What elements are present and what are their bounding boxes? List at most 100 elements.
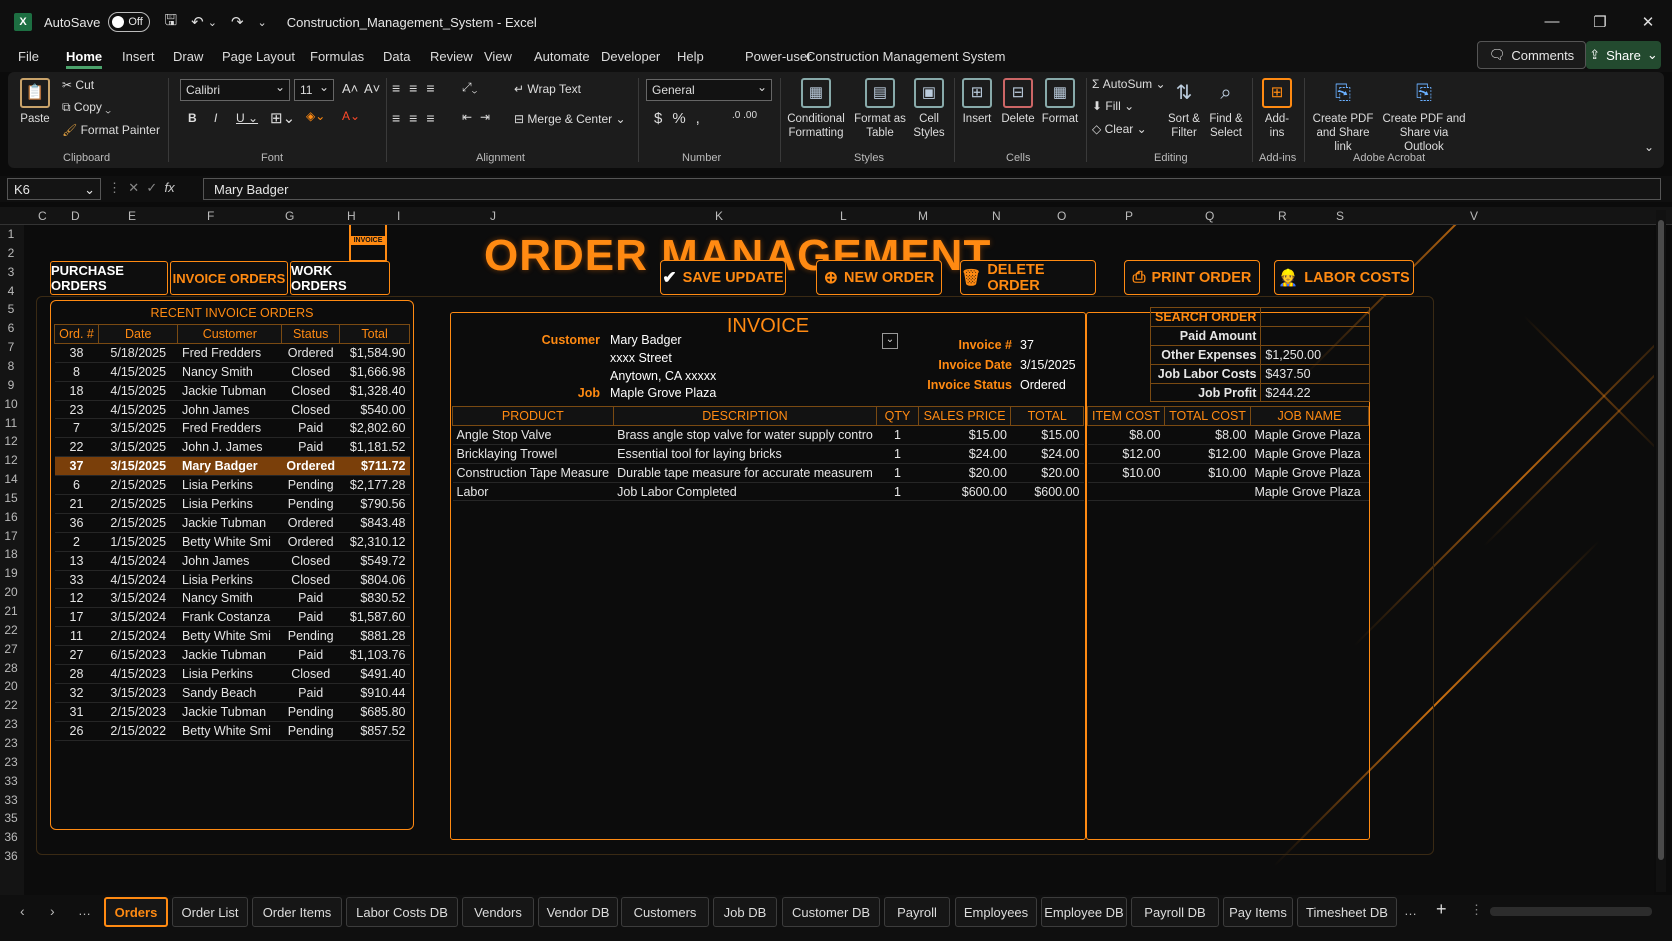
collapse-ribbon-icon[interactable]: ⌄ [1644, 140, 1654, 154]
tab-purchase-orders[interactable]: PURCHASE ORDERS [50, 261, 168, 295]
search-order-input[interactable] [1260, 307, 1370, 327]
row-header[interactable]: 33 [0, 774, 22, 788]
table-row[interactable]: Labor Job Labor Completed 1 $600.00 $600.00 [452, 482, 1084, 502]
table-row[interactable]: 23 4/15/2025 John James Closed $540.00 [54, 400, 410, 420]
row-header[interactable]: 16 [0, 510, 22, 524]
indent-icons[interactable]: ⇤⇥ [462, 110, 498, 124]
table-row[interactable]: $12.00 $12.00 Maple Grove Plaza [1087, 444, 1369, 464]
wrap-text-button[interactable]: ↵ Wrap Text [514, 82, 581, 96]
cell-styles-button[interactable]: ▣ Cell Styles [910, 78, 948, 140]
menu-review[interactable]: Review [430, 49, 473, 64]
share-button[interactable]: ⇪ Share ⌄ [1586, 41, 1661, 69]
table-row[interactable]: 17 3/15/2024 Frank Costanza Paid $1,587.60 [54, 607, 410, 628]
column-header[interactable]: L [840, 209, 847, 223]
number-format-select[interactable]: General [646, 79, 772, 101]
menu-automate[interactable]: Automate [534, 49, 590, 64]
row-header[interactable]: 33 [0, 793, 22, 807]
row-header[interactable]: 10 [0, 397, 22, 411]
font-color-icon[interactable]: A⌄ [342, 109, 360, 123]
cut-button[interactable]: ✂ Cut [62, 78, 94, 92]
row-header[interactable]: 14 [0, 472, 22, 486]
column-header[interactable]: H [347, 209, 356, 223]
save-update-button[interactable]: ✔ SAVE UPDATE [660, 260, 786, 295]
sheet-tab-orders[interactable]: Orders [104, 897, 168, 927]
delete-cells-button[interactable]: ⊟ Delete [1000, 78, 1036, 126]
bold-button[interactable]: B [188, 111, 197, 125]
decimal-icons[interactable]: .0 .00 [732, 110, 757, 121]
fill-button[interactable]: ⬇ Fill ⌄ [1092, 99, 1134, 113]
horizontal-align-icons[interactable]: ≡≡≡ [392, 110, 444, 126]
column-header[interactable]: S [1336, 209, 1344, 223]
row-header[interactable]: 4 [0, 284, 22, 298]
menu-page-layout[interactable]: Page Layout [222, 49, 295, 64]
sheet-tab-order-list[interactable]: Order List [172, 897, 248, 927]
table-row[interactable]: 18 4/15/2025 Jackie Tubman Closed $1,328.40 [54, 381, 410, 401]
table-row[interactable]: Maple Grove Plaza [1087, 482, 1369, 502]
sort-filter-button[interactable]: ⇅ Sort & Filter [1166, 78, 1202, 140]
table-row[interactable]: 22 3/15/2025 John J. James Paid $1,181.52 [54, 437, 410, 458]
add-sheet-icon[interactable]: + [1436, 899, 1447, 920]
formula-input[interactable]: Mary Badger [203, 178, 1661, 200]
sheet-tab-timesheet-db[interactable]: Timesheet DB [1297, 897, 1397, 927]
undo-icon[interactable]: ↶ [191, 13, 204, 31]
sheet-tab-payroll-db[interactable]: Payroll DB [1131, 897, 1219, 927]
row-header[interactable]: 18 [0, 547, 22, 561]
addins-button[interactable]: ⊞ Add-ins [1258, 78, 1296, 140]
column-header[interactable]: E [128, 209, 136, 223]
row-header[interactable]: 23 [0, 736, 22, 750]
row-header[interactable]: 1 [0, 227, 22, 241]
table-row[interactable]: 31 2/15/2023 Jackie Tubman Pending $685.80 [54, 702, 410, 722]
menu-data[interactable]: Data [383, 49, 410, 64]
column-header[interactable]: I [397, 209, 400, 223]
copy-button[interactable]: ⧉ Copy ⌄ [62, 100, 111, 115]
row-header[interactable]: 23 [0, 717, 22, 731]
table-row[interactable]: 8 4/15/2025 Nancy Smith Closed $1,666.98 [54, 362, 410, 382]
column-header[interactable]: P [1125, 209, 1133, 223]
labor-costs-button[interactable]: 👷 LABOR COSTS [1274, 260, 1414, 295]
sheet-tab-vendors[interactable]: Vendors [462, 897, 534, 927]
row-header[interactable]: 35 [0, 811, 22, 825]
horizontal-scrollbar[interactable] [1490, 907, 1652, 916]
row-header[interactable]: 12 [0, 453, 22, 467]
find-select-button[interactable]: ⌕ Find & Select [1206, 78, 1246, 140]
more-sheets-right-icon[interactable]: … [1404, 903, 1417, 918]
row-header[interactable]: 19 [0, 566, 22, 580]
table-row[interactable]: $8.00 $8.00 Maple Grove Plaza [1087, 425, 1369, 445]
table-row[interactable]: 27 6/15/2023 Jackie Tubman Paid $1,103.76 [54, 645, 410, 666]
sheet-tab-payroll[interactable]: Payroll [884, 897, 950, 927]
row-header[interactable]: 3 [0, 265, 22, 279]
table-row[interactable]: 37 3/15/2025 Mary Badger Ordered $711.72 [54, 456, 410, 477]
table-row[interactable]: 21 2/15/2025 Lisia Perkins Pending $790.56 [54, 494, 410, 514]
table-row[interactable]: 6 2/15/2025 Lisia Perkins Pending $2,177.28 [54, 475, 410, 496]
save-icon[interactable]: 🖫 [164, 10, 177, 35]
sheet-tab-employees[interactable]: Employees [955, 897, 1037, 927]
column-header[interactable]: F [207, 209, 214, 223]
row-header[interactable]: 8 [0, 359, 22, 373]
sheet-tab-order-items[interactable]: Order Items [252, 897, 342, 927]
close-icon[interactable]: ✕ [1624, 13, 1672, 31]
row-header[interactable]: 6 [0, 321, 22, 335]
sheet-tab-labor-costs-db[interactable]: Labor Costs DB [346, 897, 458, 927]
tabs-splitter[interactable]: ⋮ [1470, 902, 1483, 918]
table-row[interactable]: 32 3/15/2023 Sandy Beach Paid $910.44 [54, 683, 410, 703]
format-painter-button[interactable]: 🖌 Format Painter [62, 123, 160, 137]
row-header[interactable]: 36 [0, 849, 22, 863]
menu-formulas[interactable]: Formulas [310, 49, 364, 64]
fill-color-icon[interactable]: ◈⌄ [306, 109, 325, 123]
menu-view[interactable]: View [484, 49, 512, 64]
table-row[interactable]: 36 2/15/2025 Jackie Tubman Ordered $843.48 [54, 513, 410, 533]
column-header[interactable]: K [715, 209, 723, 223]
row-header[interactable]: 7 [0, 340, 22, 354]
underline-button[interactable]: U ⌄ [236, 111, 258, 125]
next-sheet-icon[interactable]: › [50, 903, 55, 919]
table-row[interactable]: 28 4/15/2023 Lisia Perkins Closed $491.40 [54, 664, 410, 684]
column-header[interactable]: Q [1205, 209, 1214, 223]
menu-insert[interactable]: Insert [122, 49, 155, 64]
menu-home[interactable]: Home [66, 49, 103, 69]
create-pdf-share-link-button[interactable]: ⎘ Create PDF and Share link [1308, 78, 1378, 154]
sheet-tab-job-db[interactable]: Job DB [713, 897, 777, 927]
table-row[interactable]: 26 2/15/2022 Betty White Smi Pending $857.52 [54, 721, 410, 741]
format-as-table-button[interactable]: ▤ Format as Table [852, 78, 908, 140]
table-row[interactable]: 38 5/18/2025 Fred Fredders Ordered $1,584.90 [54, 343, 410, 363]
autosum-button[interactable]: Σ AutoSum ⌄ [1092, 77, 1166, 91]
